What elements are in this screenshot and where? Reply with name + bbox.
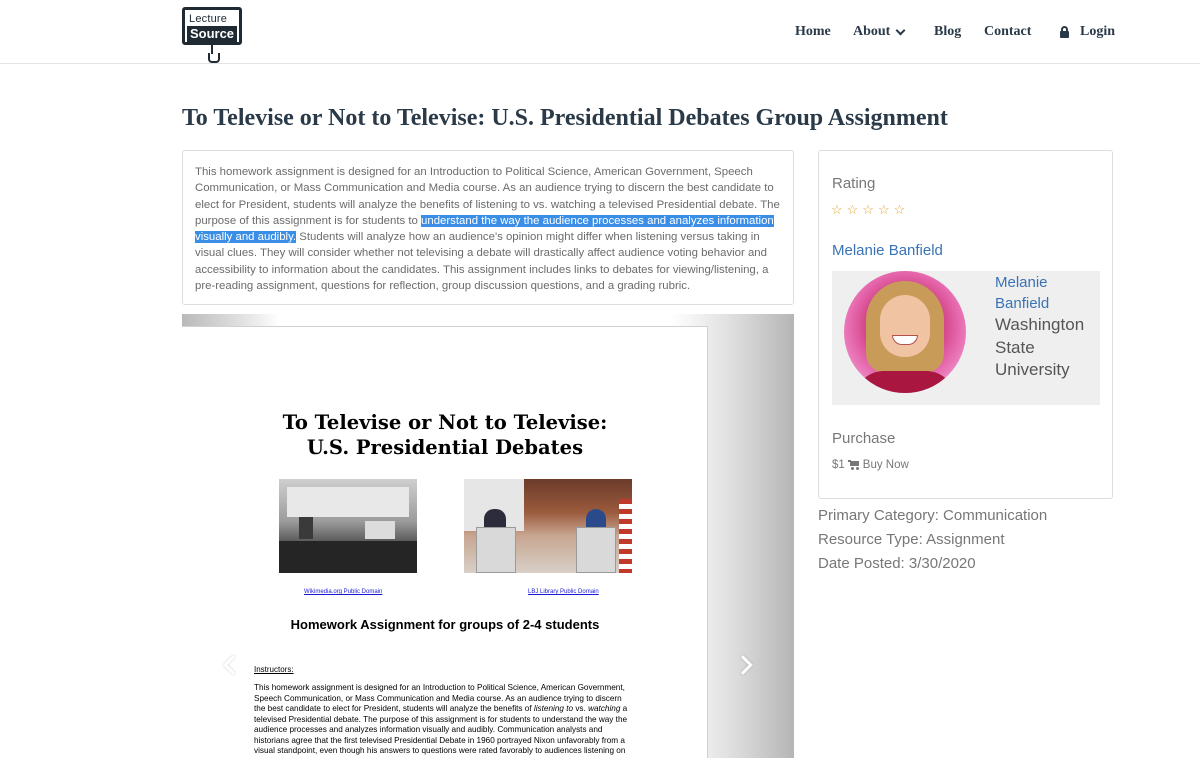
page-title: To Televise or Not to Televise: U.S. Pre…	[182, 105, 948, 131]
author-card: Melanie Banfield Washington State Univer…	[832, 271, 1100, 405]
author-card-name[interactable]: Melanie Banfield	[995, 272, 1095, 314]
nav-about-label: About	[853, 24, 891, 39]
logo-text-line2: Source	[187, 26, 237, 42]
lock-icon	[1060, 26, 1069, 38]
resource-type: Resource Type: Assignment	[818, 531, 1005, 548]
arrow-right-icon[interactable]	[733, 655, 753, 675]
instructions-text: This homework assignment is designed for…	[254, 683, 628, 758]
document-preview[interactable]: To Televise or Not to Televise: U.S. Pre…	[182, 314, 794, 758]
nav-login[interactable]: Login	[1060, 24, 1115, 40]
author-institution: Washington State University	[995, 315, 1085, 379]
date-posted: Date Posted: 3/30/2020	[818, 555, 976, 572]
star-rating[interactable]: ☆☆☆☆☆	[831, 202, 909, 218]
purchase-label: Purchase	[832, 430, 896, 447]
document-title: To Televise or Not to Televise: U.S. Pre…	[182, 410, 708, 460]
chevron-down-icon	[895, 25, 906, 35]
nav-blog[interactable]: Blog	[934, 24, 961, 40]
instructors-label: Instructors:	[254, 665, 294, 674]
primary-category: Primary Category: Communication	[818, 507, 1048, 524]
document-title-line1: To Televise or Not to Televise:	[282, 411, 608, 434]
avatar	[844, 271, 966, 393]
nav-blog-label: Blog	[934, 24, 962, 39]
photo-caption-1[interactable]: Wikimedia.org Public Domain	[304, 589, 382, 595]
nav-login-label: Login	[1080, 24, 1116, 39]
document-page: To Televise or Not to Televise: U.S. Pre…	[182, 326, 708, 758]
buy-now-button[interactable]: Buy Now	[863, 459, 909, 471]
description-box: This homework assignment is designed for…	[182, 150, 794, 305]
lecture-source-logo[interactable]: Lecture Source	[182, 7, 242, 63]
document-title-line2: U.S. Presidential Debates	[306, 436, 584, 459]
nav-contact-label: Contact	[984, 24, 1032, 39]
logo-board: Lecture Source	[182, 7, 242, 45]
nav-home-label: Home	[795, 24, 831, 39]
logo-text-line1: Lecture	[189, 13, 228, 25]
homework-title: Homework Assignment for groups of 2-4 st…	[290, 617, 600, 632]
nav-about[interactable]: About	[853, 24, 906, 40]
nav-home[interactable]: Home	[795, 24, 831, 40]
site-header: Lecture Source Home About Blog Contact L…	[0, 0, 1200, 64]
nav-contact[interactable]: Contact	[984, 24, 1031, 40]
cart-icon	[847, 460, 860, 470]
buy-now-row[interactable]: $1 Buy Now	[832, 459, 909, 471]
photo-caption-2[interactable]: LBJ Library Public Domain	[528, 589, 599, 595]
rating-label: Rating	[832, 175, 876, 192]
price: $1	[832, 459, 845, 471]
resource-sidebar: Rating ☆☆☆☆☆ Melanie Banfield Melanie Ba…	[818, 150, 1113, 499]
debate-photo-1960	[279, 479, 417, 573]
debate-photo-color	[464, 479, 632, 573]
easel-stand-icon	[204, 45, 220, 63]
author-link[interactable]: Melanie Banfield	[832, 242, 943, 259]
